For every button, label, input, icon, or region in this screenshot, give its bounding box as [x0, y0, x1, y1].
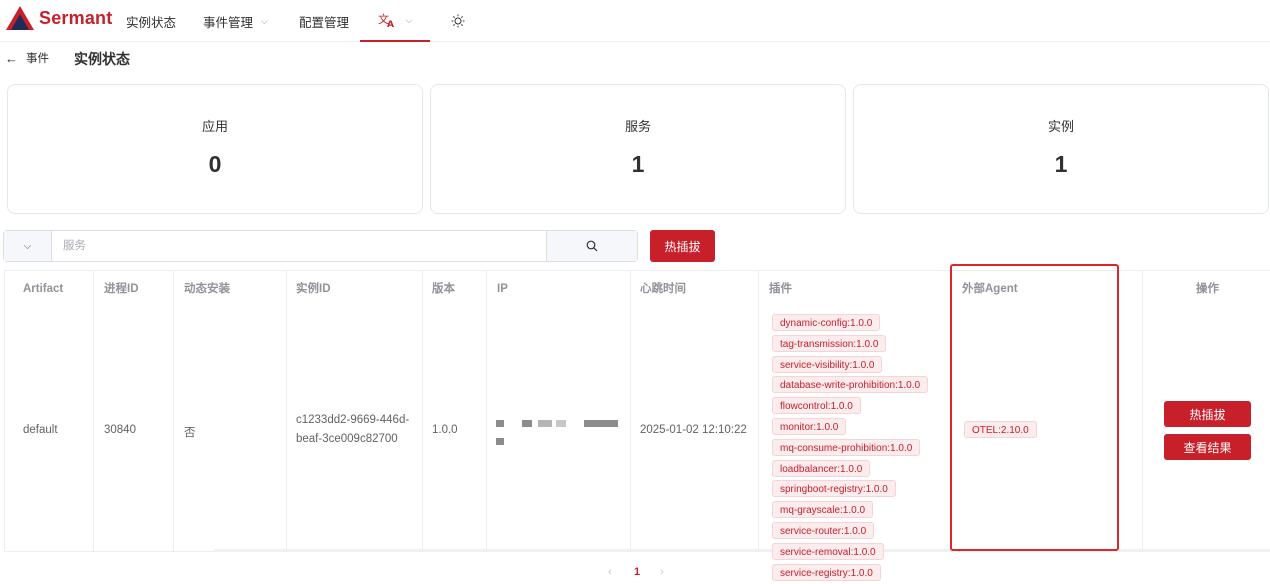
- col-divider: [486, 270, 487, 552]
- stat-card-apps: 应用 0: [7, 84, 423, 214]
- pagination-page-1[interactable]: 1: [634, 566, 640, 578]
- cell-artifact: default: [23, 424, 58, 436]
- stat-label: 服务: [624, 119, 651, 134]
- plugin-tag: springboot-registry:1.0.0: [772, 480, 896, 498]
- stat-card-services: 服务 1: [430, 84, 846, 214]
- row-view-result-button[interactable]: 查看结果: [1164, 434, 1251, 460]
- col-divider: [422, 270, 423, 552]
- plugin-tag: service-visibility:1.0.0: [772, 355, 883, 373]
- arrow-left-icon: ←: [5, 50, 18, 66]
- pagination-prev-button[interactable]: ‹: [608, 566, 612, 578]
- plugin-tag: service-registry:1.0.0: [772, 563, 881, 581]
- plugin-tag: mq-consume-prohibition:1.0.0: [772, 438, 921, 456]
- plugin-tag: dynamic-config:1.0.0: [772, 314, 881, 331]
- nav-config-management[interactable]: 配置管理: [299, 0, 349, 42]
- plugin-tag: mq-grayscale:1.0.0: [772, 501, 874, 519]
- search-bar: ⌵: [3, 230, 638, 262]
- search-button[interactable]: [546, 231, 637, 261]
- col-divider: [286, 270, 287, 552]
- plugin-tag: tag-transmission:1.0.0: [772, 334, 887, 352]
- col-divider: [4, 270, 5, 552]
- cell-heartbeat: 2025-01-02 12:10:22: [640, 424, 747, 436]
- translate-icon: 文 A: [378, 12, 394, 28]
- search-input[interactable]: [52, 231, 546, 261]
- col-header-artifact[interactable]: Artifact: [23, 270, 63, 308]
- col-divider: [758, 270, 759, 552]
- stat-card-instances: 实例 1: [853, 84, 1269, 214]
- col-header-heartbeat[interactable]: 心跳时间: [640, 270, 686, 308]
- chevron-down-icon: ⌵: [261, 15, 268, 26]
- search-icon: [586, 240, 598, 252]
- nav-event-management-label: 事件管理: [203, 15, 254, 30]
- cell-instance-id-line2: beaf-3ce009c82700: [296, 433, 398, 445]
- plugin-tag: service-removal:1.0.0: [772, 542, 884, 560]
- cell-version: 1.0.0: [432, 424, 458, 436]
- back-label: 事件: [26, 53, 49, 65]
- theme-toggle[interactable]: [451, 0, 465, 42]
- nav-instance-status-label: 实例状态: [126, 15, 177, 30]
- plugin-tag: database-write-prohibition:1.0.0: [772, 376, 929, 394]
- search-type-select[interactable]: ⌵: [4, 231, 52, 261]
- cell-pid: 30840: [104, 424, 136, 436]
- plugin-tag: flowcontrol:1.0.0: [772, 397, 861, 415]
- col-header-instance-id[interactable]: 实例ID: [296, 270, 331, 308]
- cell-dynamic-install: 否: [184, 427, 196, 439]
- page-title: 实例状态: [74, 51, 130, 67]
- row-hot-plug-button[interactable]: 热插拔: [1164, 401, 1251, 427]
- sermant-logo-icon: [6, 6, 34, 30]
- stat-value: 0: [208, 151, 222, 177]
- cell-plugins: dynamic-config:1.0.0 tag-transmission:1.…: [772, 313, 942, 583]
- col-header-plugins[interactable]: 插件: [769, 270, 792, 308]
- plugin-tag: monitor:1.0.0: [772, 417, 847, 435]
- sermant-logo[interactable]: Sermant: [5, 5, 112, 31]
- language-switcher[interactable]: 文 A ⌵: [360, 0, 430, 42]
- stat-label: 应用: [201, 119, 228, 134]
- pagination-next-button[interactable]: ›: [660, 566, 664, 578]
- back-button[interactable]: ← 事件: [5, 50, 49, 66]
- external-agent-highlight: [950, 264, 1119, 551]
- col-divider: [1142, 270, 1143, 552]
- nav-instance-status[interactable]: 实例状态: [126, 0, 176, 42]
- col-header-ip[interactable]: IP: [497, 270, 508, 308]
- stat-value: 1: [631, 151, 645, 177]
- cell-instance-id-line1: c1233dd2-9669-446d-: [296, 414, 410, 426]
- col-divider: [173, 270, 174, 552]
- col-divider: [630, 270, 631, 552]
- plugin-tag: service-router:1.0.0: [772, 521, 875, 539]
- stat-value: 1: [1054, 151, 1068, 177]
- col-header-dynamic-install[interactable]: 动态安装: [184, 270, 230, 308]
- svg-text:A: A: [387, 20, 394, 28]
- chevron-down-icon: ⌵: [405, 14, 413, 25]
- stat-label: 实例: [1047, 119, 1074, 134]
- hot-plug-button[interactable]: 热插拔: [650, 230, 715, 262]
- col-divider: [93, 270, 94, 552]
- sun-icon: [451, 14, 465, 28]
- top-navbar: Sermant 实例状态 事件管理 ⌵ 配置管理 文 A ⌵: [0, 0, 1270, 42]
- col-header-pid[interactable]: 进程ID: [104, 270, 139, 308]
- chevron-down-icon: ⌵: [23, 240, 32, 252]
- app-name: Sermant: [39, 7, 113, 28]
- col-header-actions: 操作: [1196, 283, 1219, 295]
- nav-event-management[interactable]: 事件管理 ⌵: [203, 0, 268, 42]
- nav-config-management-label: 配置管理: [299, 15, 350, 30]
- col-header-version[interactable]: 版本: [432, 270, 455, 308]
- plugin-tag: loadbalancer:1.0.0: [772, 459, 871, 477]
